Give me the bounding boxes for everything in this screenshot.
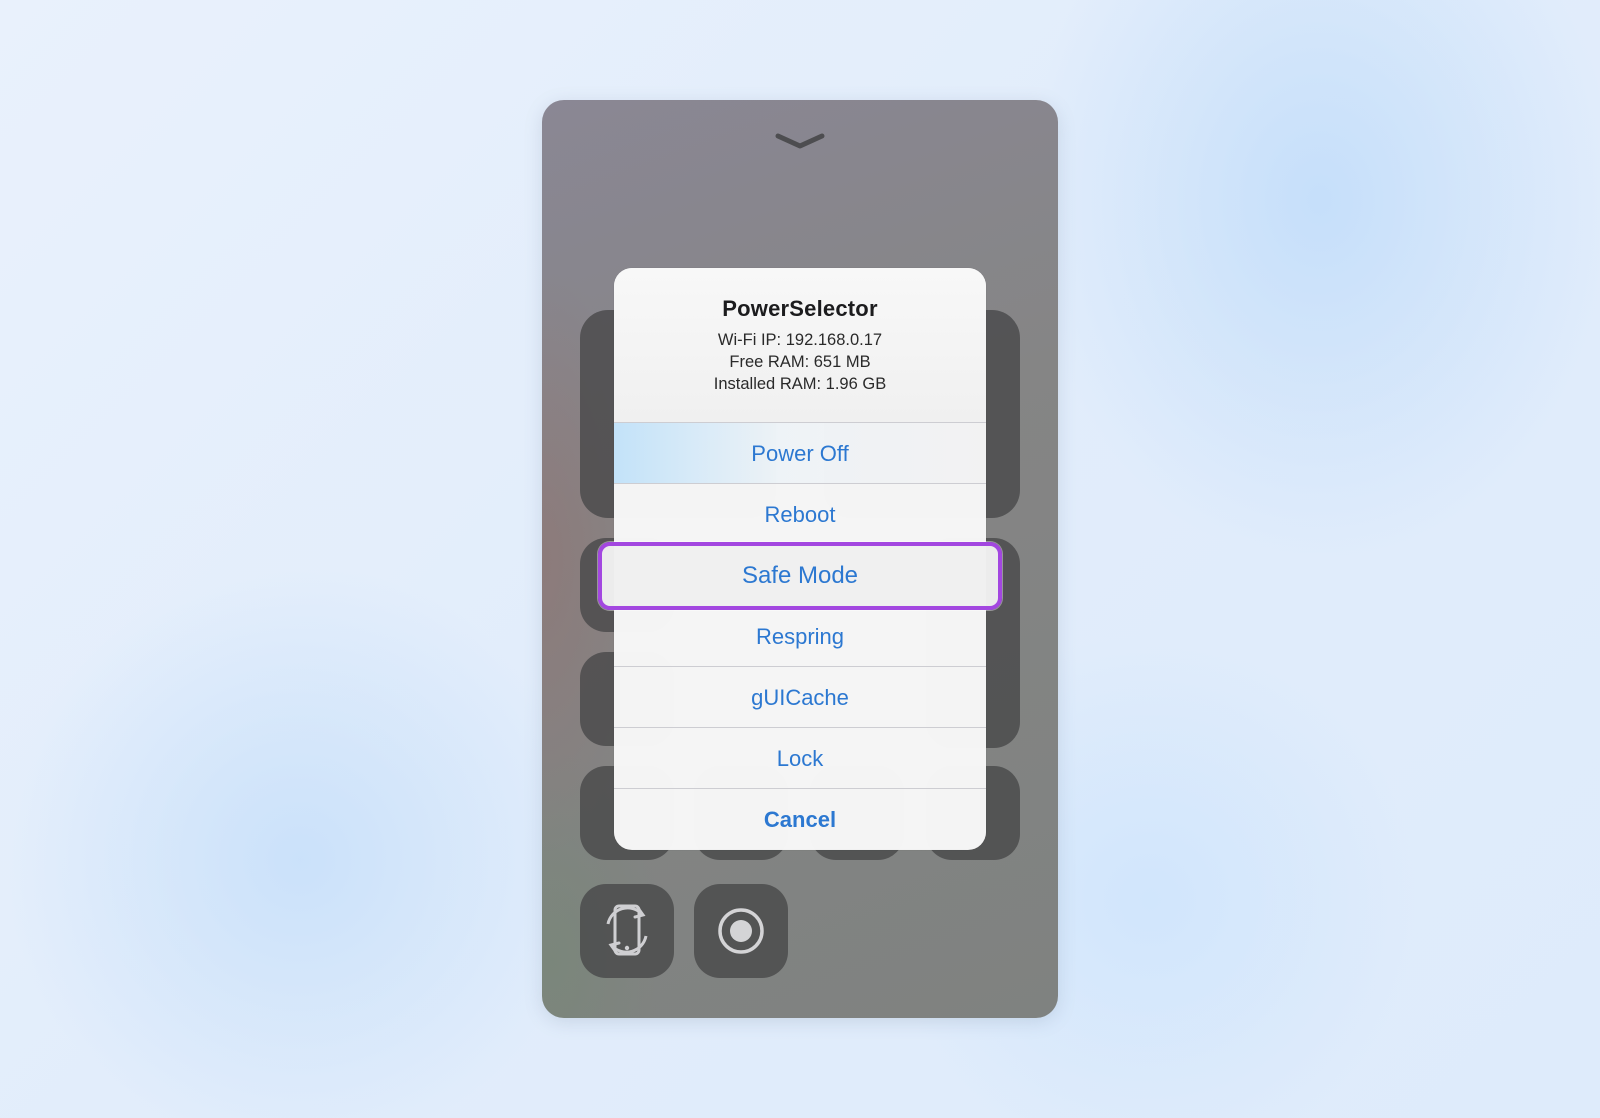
free-ram-text: Free RAM: 651 MB	[729, 353, 871, 371]
rotation-lock-tile[interactable]	[580, 884, 674, 978]
guicache-button[interactable]: gUICache	[614, 666, 986, 727]
rotation-lock-icon	[606, 904, 648, 956]
chevron-down-icon[interactable]	[774, 130, 826, 154]
lock-button[interactable]: Lock	[614, 727, 986, 788]
respring-button[interactable]: Respring	[614, 605, 986, 666]
wifi-ip-text: Wi-Fi IP: 192.168.0.17	[717, 331, 883, 349]
installed-ram-text: Installed RAM: 1.96 GB	[713, 375, 887, 393]
power-off-button[interactable]: Power Off	[614, 422, 986, 483]
reboot-button[interactable]: Reboot	[614, 483, 986, 544]
alert-title: PowerSelector	[722, 296, 878, 321]
screen-record-tile[interactable]	[694, 884, 788, 978]
cancel-button[interactable]: Cancel	[614, 788, 986, 849]
screen-record-icon	[718, 908, 764, 954]
alert-header: PowerSelector Wi-Fi IP: 192.168.0.17 Fre…	[614, 268, 986, 422]
safe-mode-button[interactable]: Safe Mode	[598, 542, 1002, 610]
